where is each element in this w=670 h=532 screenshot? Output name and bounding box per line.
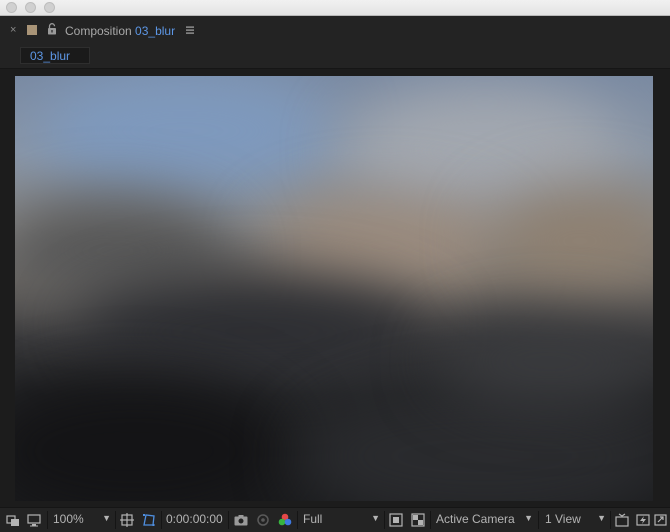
window-zoom-button[interactable] bbox=[44, 2, 55, 13]
composition-panel-header: × Composition 03_blur bbox=[0, 16, 670, 44]
show-snapshot-icon[interactable] bbox=[255, 512, 271, 528]
toolbar-divider bbox=[47, 511, 48, 529]
composition-viewer[interactable] bbox=[0, 69, 670, 507]
view-layout-dropdown[interactable]: 1 View ▼ bbox=[545, 512, 606, 528]
resolution-dropdown[interactable]: Full ▼ bbox=[303, 512, 380, 528]
magnification-value: 100% bbox=[53, 512, 84, 526]
monitor-output-icon[interactable] bbox=[26, 512, 42, 528]
view-layout-value: 1 View bbox=[545, 512, 581, 526]
chevron-down-icon: ▼ bbox=[371, 513, 380, 523]
window-minimize-button[interactable] bbox=[25, 2, 36, 13]
chevron-down-icon: ▼ bbox=[102, 513, 111, 523]
composition-tab-bar: 03_blur bbox=[0, 44, 670, 69]
window-close-button[interactable] bbox=[6, 2, 17, 13]
chevron-down-icon: ▼ bbox=[597, 513, 606, 523]
camera-snapshot-icon[interactable] bbox=[233, 512, 249, 528]
current-time-display[interactable]: 0:00:00:00 bbox=[166, 512, 223, 528]
3d-view-dropdown[interactable]: Active Camera ▼ bbox=[436, 512, 533, 528]
toolbar-divider bbox=[228, 511, 229, 529]
close-icon[interactable]: × bbox=[10, 24, 16, 36]
lock-icon[interactable] bbox=[47, 23, 57, 35]
toolbar-divider bbox=[297, 511, 298, 529]
active-camera-label: Active Camera bbox=[436, 512, 515, 526]
magnification-dropdown[interactable]: 100% ▼ bbox=[53, 512, 111, 528]
transparency-checkerboard-icon[interactable] bbox=[410, 512, 426, 528]
label-color-swatch[interactable] bbox=[27, 25, 37, 35]
window-titlebar bbox=[0, 0, 670, 16]
resolution-value: Full bbox=[303, 512, 323, 526]
flowchart-icon[interactable] bbox=[654, 512, 668, 528]
viewer-toolbar: 100% ▼ 0:00:00:00 Full ▼ Active Camera ▼… bbox=[0, 507, 670, 532]
toolbar-divider bbox=[610, 511, 611, 529]
hamburger-menu-icon[interactable] bbox=[185, 24, 195, 34]
composition-frame-preview[interactable] bbox=[15, 76, 653, 501]
toggle-pixel-aspect-icon[interactable] bbox=[614, 512, 630, 528]
grid-guides-icon[interactable] bbox=[119, 512, 135, 528]
panel-title-prefix: Composition bbox=[65, 24, 132, 38]
always-preview-icon[interactable] bbox=[5, 512, 21, 528]
toolbar-divider bbox=[430, 511, 431, 529]
tab-03-blur[interactable]: 03_blur bbox=[20, 47, 90, 64]
composition-name-dropdown[interactable]: 03_blur bbox=[135, 24, 175, 38]
toggle-mask-visibility-icon[interactable] bbox=[141, 512, 157, 528]
toolbar-divider bbox=[161, 511, 162, 529]
rgb-channels-icon[interactable] bbox=[277, 512, 293, 528]
toolbar-divider bbox=[538, 511, 539, 529]
region-of-interest-icon[interactable] bbox=[388, 512, 404, 528]
panel-title: Composition 03_blur bbox=[65, 24, 175, 38]
fast-previews-icon[interactable] bbox=[635, 512, 651, 528]
toolbar-divider bbox=[115, 511, 116, 529]
toolbar-divider bbox=[384, 511, 385, 529]
chevron-down-icon: ▼ bbox=[524, 513, 533, 523]
